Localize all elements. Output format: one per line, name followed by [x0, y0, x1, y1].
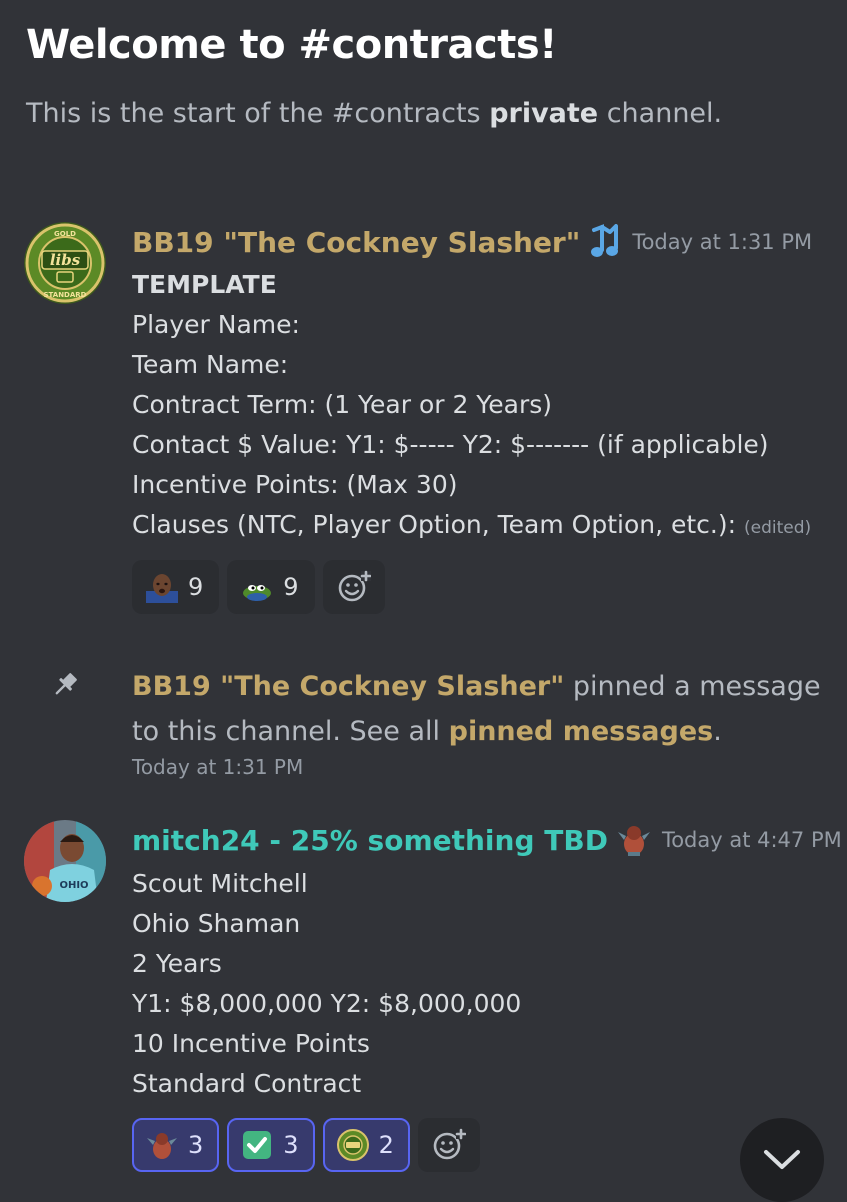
edited-label: (edited) [743, 518, 812, 538]
avatar[interactable]: libs GOLD STANDARD [24, 222, 106, 304]
intro-private: private [489, 98, 599, 129]
dragon-figure-emoji [147, 1133, 177, 1159]
message-line: Incentive Points: (Max 30) [132, 470, 458, 499]
message-line: Ohio Shaman [132, 909, 301, 938]
system-timestamp[interactable]: Today at 1:31 PM [132, 755, 303, 779]
basketball-player-avatar: OHIO [24, 820, 106, 902]
message-header: mitch24 - 25% something TBD Today at 4:4… [132, 822, 842, 858]
reaction-count: 3 [188, 1131, 204, 1159]
reaction-bald-man[interactable]: 9 [132, 560, 220, 614]
message-line: Clauses (NTC, Player Option, Team Option… [132, 510, 737, 539]
message-line: Contract Term: (1 Year or 2 Years) [132, 390, 553, 419]
message-line: 10 Incentive Points [132, 1029, 370, 1058]
gold-standard-emoji [336, 1129, 369, 1161]
reaction-pepe[interactable]: 9 [227, 560, 315, 614]
author-name[interactable]: BB19 "The Cockney Slasher" [132, 226, 580, 259]
message-timestamp[interactable]: Today at 1:31 PM [632, 230, 812, 254]
message-line-last: Clauses (NTC, Player Option, Team Option… [132, 505, 811, 548]
message-line: Y1: $8,000,000 Y2: $8,000,000 [132, 989, 522, 1018]
bald-man-emoji [146, 574, 178, 603]
system-text-end: . [713, 716, 722, 747]
system-author[interactable]: BB19 "The Cockney Slasher" [132, 671, 564, 702]
message-line: TEMPLATE [132, 270, 277, 299]
check-mark-emoji [243, 1131, 272, 1159]
message-line: Player Name: [132, 310, 300, 339]
reaction-bar: 3 3 2 [132, 1118, 480, 1172]
music-note-icon [591, 224, 619, 257]
reaction-gold-standard[interactable]: 2 [322, 1118, 410, 1172]
svg-text:GOLD: GOLD [54, 230, 76, 238]
channel-intro: This is the start of the #contracts priv… [26, 98, 722, 129]
intro-prefix: This is the start of the #contracts [26, 98, 490, 129]
avatar[interactable]: OHIO [24, 820, 106, 902]
message-line: Team Name: [132, 350, 289, 379]
jersey-text: OHIO [59, 880, 88, 891]
intro-suffix: channel. [598, 98, 723, 129]
message-line: Standard Contract [132, 1069, 362, 1098]
dragon-figure-icon [617, 826, 650, 856]
add-reaction-icon [338, 570, 371, 602]
reaction-count: 2 [378, 1131, 394, 1159]
message-content: Scout Mitchell Ohio Shaman 2 Years Y1: $… [132, 864, 521, 1104]
add-reaction-icon [433, 1128, 466, 1160]
reaction-check[interactable]: 3 [227, 1118, 315, 1172]
add-reaction-button[interactable] [417, 1118, 480, 1172]
reaction-count: 3 [283, 1131, 299, 1159]
jump-to-present-button[interactable] [740, 1118, 824, 1202]
message-line: 2 Years [132, 949, 222, 978]
message-content: TEMPLATE Player Name: Team Name: Contrac… [132, 265, 811, 548]
reaction-count: 9 [283, 573, 299, 601]
gold-standard-libs-badge: libs GOLD STANDARD [24, 222, 106, 304]
pinned-messages-link[interactable]: pinned messages [449, 716, 714, 747]
author-name[interactable]: mitch24 - 25% something TBD [132, 824, 608, 857]
channel-welcome-title: Welcome to #contracts! [26, 22, 557, 68]
system-text: BB19 "The Cockney Slasher" pinned a mess… [132, 664, 822, 754]
svg-text:STANDARD: STANDARD [44, 291, 87, 299]
reaction-count: 9 [188, 573, 204, 601]
avatar-text: libs [50, 251, 81, 269]
message-timestamp[interactable]: Today at 4:47 PM [662, 828, 842, 852]
pin-icon [55, 673, 77, 695]
chevron-down-icon [764, 1150, 800, 1169]
reaction-bar: 9 9 [132, 560, 385, 614]
message-line: Scout Mitchell [132, 869, 308, 898]
message-line: Contact $ Value: Y1: $----- Y2: $-------… [132, 430, 769, 459]
add-reaction-button[interactable] [322, 560, 385, 614]
reaction-dragon[interactable]: 3 [132, 1118, 220, 1172]
pepe-frog-emoji [243, 585, 272, 601]
message-header: BB19 "The Cockney Slasher" Today at 1:31… [132, 224, 812, 260]
